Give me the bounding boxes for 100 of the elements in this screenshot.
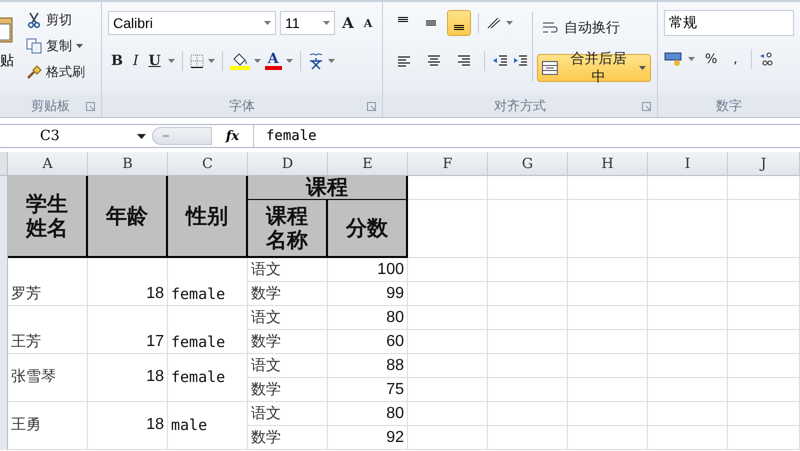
empty-cell[interactable] xyxy=(488,402,568,426)
comma-button[interactable]: , xyxy=(727,52,744,66)
empty-cell[interactable] xyxy=(408,402,488,426)
empty-cell[interactable] xyxy=(648,258,728,282)
shrink-font-button[interactable]: A xyxy=(360,16,376,30)
caret-icon xyxy=(688,57,695,61)
empty-cell[interactable] xyxy=(728,402,800,426)
empty-cell[interactable] xyxy=(648,306,728,330)
launcher-icon[interactable] xyxy=(367,102,376,111)
empty-cell[interactable] xyxy=(568,378,648,402)
formula-bar-handle[interactable] xyxy=(152,127,212,145)
empty-cell[interactable] xyxy=(648,426,728,450)
empty-cell[interactable] xyxy=(728,258,800,282)
empty-cell[interactable] xyxy=(408,426,488,450)
decrease-indent-icon[interactable] xyxy=(492,54,508,68)
column-header[interactable]: E xyxy=(328,152,408,176)
launcher-icon[interactable] xyxy=(642,102,651,111)
empty-cell[interactable] xyxy=(488,200,568,258)
brush-icon xyxy=(26,64,42,80)
font-name-field[interactable]: Calibri xyxy=(108,11,276,35)
clipboard-button[interactable]: 剪切 xyxy=(26,8,85,32)
empty-cell[interactable] xyxy=(648,330,728,354)
table-cell: 18 xyxy=(88,258,168,306)
wrap-text-button[interactable]: 自动换行 xyxy=(537,14,651,42)
empty-cell[interactable] xyxy=(408,330,488,354)
empty-cell[interactable] xyxy=(648,378,728,402)
column-header[interactable]: G xyxy=(488,152,568,176)
empty-cell[interactable] xyxy=(488,354,568,378)
empty-cell[interactable] xyxy=(648,200,728,258)
empty-cell[interactable] xyxy=(408,258,488,282)
column-header[interactable]: B xyxy=(88,152,168,176)
underline-button[interactable]: U xyxy=(146,53,164,69)
column-header[interactable]: J xyxy=(728,152,800,176)
empty-cell[interactable] xyxy=(568,200,648,258)
empty-cell[interactable] xyxy=(648,354,728,378)
empty-cell[interactable] xyxy=(568,354,648,378)
paste-button[interactable]: 贴 xyxy=(0,8,22,95)
align-left-icon xyxy=(397,55,412,69)
caret-icon xyxy=(639,66,646,70)
orientation-icon[interactable] xyxy=(486,16,502,30)
border-icon[interactable] xyxy=(190,54,204,68)
empty-cell[interactable] xyxy=(568,402,648,426)
column-header[interactable]: D xyxy=(248,152,328,176)
empty-cell[interactable] xyxy=(488,306,568,330)
empty-cell[interactable] xyxy=(728,176,800,200)
align-bottom-icon xyxy=(453,24,466,30)
empty-cell[interactable] xyxy=(568,282,648,306)
caret-icon xyxy=(264,21,272,25)
caret-icon xyxy=(323,21,330,25)
italic-button[interactable]: I xyxy=(130,53,142,69)
empty-cell[interactable] xyxy=(568,330,648,354)
column-header[interactable]: A xyxy=(8,152,88,176)
percent-button[interactable]: % xyxy=(699,52,724,66)
column-header[interactable]: F xyxy=(408,152,488,176)
increase-indent-icon[interactable] xyxy=(512,54,528,68)
grow-font-button[interactable]: A xyxy=(339,14,357,32)
column-header[interactable]: C xyxy=(168,152,248,176)
empty-cell[interactable] xyxy=(648,282,728,306)
increase-decimal-icon[interactable] xyxy=(758,52,772,66)
empty-cell[interactable] xyxy=(568,176,648,200)
empty-cell[interactable] xyxy=(488,282,568,306)
empty-cell[interactable] xyxy=(408,378,488,402)
empty-cell[interactable] xyxy=(568,426,648,450)
phonetic-icon[interactable] xyxy=(308,52,324,70)
clipboard-button[interactable]: 复制 xyxy=(26,34,85,58)
empty-cell[interactable] xyxy=(728,330,800,354)
font-color-button[interactable]: A xyxy=(264,52,282,70)
empty-cell[interactable] xyxy=(488,176,568,200)
currency-icon[interactable] xyxy=(664,51,684,67)
select-all-corner[interactable] xyxy=(0,152,8,176)
table-cell: 数学 xyxy=(248,330,328,354)
empty-cell[interactable] xyxy=(488,378,568,402)
column-header[interactable]: H xyxy=(568,152,648,176)
empty-cell[interactable] xyxy=(728,354,800,378)
bold-button[interactable]: B xyxy=(108,53,126,69)
empty-cell[interactable] xyxy=(408,306,488,330)
font-size-field[interactable]: 11 xyxy=(280,11,336,35)
clipboard-button[interactable]: 格式刷 xyxy=(26,60,85,84)
empty-cell[interactable] xyxy=(648,176,728,200)
name-box[interactable]: C3 xyxy=(0,125,152,147)
fill-color-icon[interactable] xyxy=(230,52,250,70)
empty-cell[interactable] xyxy=(408,354,488,378)
empty-cell[interactable] xyxy=(728,282,800,306)
empty-cell[interactable] xyxy=(488,426,568,450)
empty-cell[interactable] xyxy=(408,282,488,306)
empty-cell[interactable] xyxy=(728,200,800,258)
empty-cell[interactable] xyxy=(488,258,568,282)
column-header[interactable]: I xyxy=(648,152,728,176)
launcher-icon[interactable] xyxy=(86,102,96,111)
empty-cell[interactable] xyxy=(728,378,800,402)
vertical-align-button[interactable] xyxy=(447,10,472,36)
align-center-icon xyxy=(427,54,442,68)
empty-cell[interactable] xyxy=(488,330,568,354)
empty-cell[interactable] xyxy=(568,306,648,330)
empty-cell[interactable] xyxy=(648,402,728,426)
empty-cell[interactable] xyxy=(728,306,800,330)
empty-cell[interactable] xyxy=(568,258,648,282)
empty-cell[interactable] xyxy=(728,426,800,450)
formula-input[interactable]: female xyxy=(254,125,800,147)
number-format-field[interactable]: 常规 xyxy=(664,10,794,36)
